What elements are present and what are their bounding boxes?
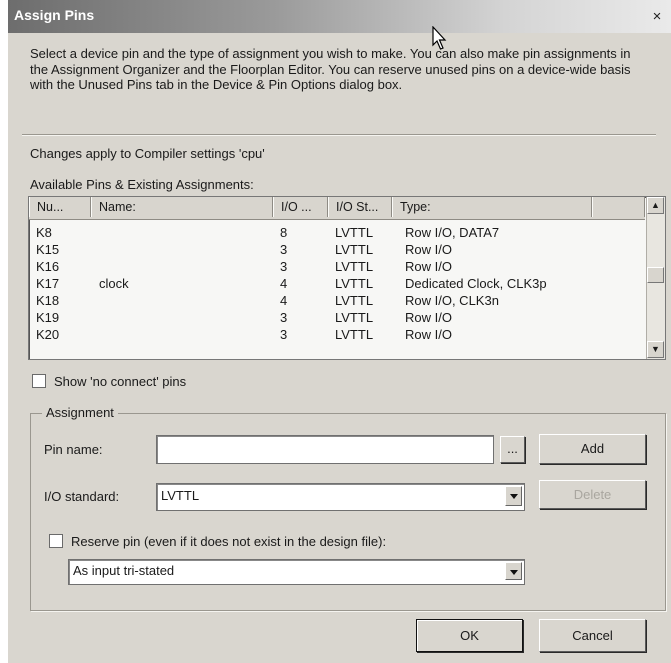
- assign-pins-dialog: Assign Pins × Select a device pin and th…: [8, 0, 671, 663]
- table-cell-io-bank: 3: [280, 327, 288, 342]
- table-cell-io-standard: LVTTL: [335, 310, 374, 325]
- table-row[interactable]: K8 8 LVTTL Row I/O, DATA7: [29, 224, 645, 241]
- table-cell-io-bank: 3: [280, 310, 288, 325]
- column-header-empty: [592, 197, 645, 217]
- table-row[interactable]: K17 clock 4 LVTTL Dedicated Clock, CLK3p: [29, 275, 645, 292]
- title-bar[interactable]: Assign Pins ×: [8, 0, 671, 33]
- scroll-thumb[interactable]: [647, 267, 664, 283]
- table-cell-io-bank: 3: [280, 259, 288, 274]
- table-cell-num: K19: [36, 310, 60, 325]
- assignment-group-label: Assignment: [42, 405, 118, 420]
- ok-button[interactable]: OK: [416, 619, 523, 652]
- add-button[interactable]: Add: [539, 434, 646, 464]
- table-cell-type: Row I/O, DATA7: [405, 225, 500, 240]
- column-header-io-standard[interactable]: I/O St...: [328, 197, 392, 217]
- table-cell-io-standard: LVTTL: [335, 293, 374, 308]
- separator: [22, 134, 656, 136]
- table-cell-io-standard: LVTTL: [335, 225, 374, 240]
- table-cell-type: Row I/O: [405, 242, 452, 257]
- table-cell-name: clock: [99, 276, 129, 291]
- table-cell-num: K16: [36, 259, 60, 274]
- reserve-pin-checkbox[interactable]: [49, 534, 63, 548]
- scroll-up-icon[interactable]: ▲: [647, 197, 664, 214]
- table-row[interactable]: K16 3 LVTTL Row I/O: [29, 258, 645, 275]
- io-standard-select[interactable]: LVTTL: [156, 483, 525, 511]
- pin-list-header: Nu... Name: I/O ... I/O St... Type:: [29, 197, 645, 220]
- table-cell-io-bank: 4: [280, 276, 288, 291]
- table-row[interactable]: K18 4 LVTTL Row I/O, CLK3n: [29, 292, 645, 309]
- pin-name-input[interactable]: [156, 435, 494, 464]
- table-cell-num: K20: [36, 327, 60, 342]
- pin-list[interactable]: Nu... Name: I/O ... I/O St... Type: K8 8 L…: [28, 196, 666, 360]
- scroll-down-icon[interactable]: ▼: [647, 341, 664, 358]
- table-cell-io-bank: 4: [280, 293, 288, 308]
- table-cell-num: K17: [36, 276, 60, 291]
- reserve-option-value: As input tri-stated: [73, 563, 175, 578]
- column-header-name[interactable]: Name:: [91, 197, 273, 217]
- table-cell-type: Dedicated Clock, CLK3p: [405, 276, 547, 291]
- table-row[interactable]: K19 3 LVTTL Row I/O: [29, 309, 645, 326]
- io-standard-label: I/O standard:: [44, 489, 120, 504]
- delete-button[interactable]: Delete: [539, 480, 646, 509]
- close-icon[interactable]: ×: [649, 9, 665, 25]
- table-cell-type: Row I/O: [405, 327, 452, 342]
- table-cell-io-standard: LVTTL: [335, 276, 374, 291]
- window-title: Assign Pins: [14, 7, 95, 23]
- cancel-button[interactable]: Cancel: [539, 619, 646, 652]
- reserve-option-select[interactable]: As input tri-stated: [68, 559, 525, 585]
- vertical-scrollbar[interactable]: ▲ ▼: [646, 197, 665, 359]
- table-row[interactable]: K20 3 LVTTL Row I/O: [29, 326, 645, 343]
- chevron-down-icon[interactable]: [505, 486, 522, 506]
- available-pins-label: Available Pins & Existing Assignments:: [30, 177, 254, 192]
- table-cell-type: Row I/O, CLK3n: [405, 293, 499, 308]
- table-cell-io-standard: LVTTL: [335, 259, 374, 274]
- table-cell-io-standard: LVTTL: [335, 242, 374, 257]
- table-cell-num: K18: [36, 293, 60, 308]
- column-header-io-bank[interactable]: I/O ...: [273, 197, 328, 217]
- table-cell-type: Row I/O: [405, 310, 452, 325]
- table-cell-io-standard: LVTTL: [335, 327, 374, 342]
- table-cell-num: K15: [36, 242, 60, 257]
- reserve-pin-label: Reserve pin (even if it does not exist i…: [71, 534, 387, 549]
- table-cell-type: Row I/O: [405, 259, 452, 274]
- chevron-down-icon[interactable]: [505, 562, 522, 580]
- show-no-connect-label: Show 'no connect' pins: [54, 374, 187, 389]
- io-standard-value: LVTTL: [161, 488, 200, 503]
- compiler-settings-text: Changes apply to Compiler settings 'cpu': [30, 146, 265, 161]
- column-header-number[interactable]: Nu...: [29, 197, 91, 217]
- column-header-type[interactable]: Type:: [392, 197, 592, 217]
- instructions-text: Select a device pin and the type of assi…: [30, 46, 631, 92]
- table-cell-io-bank: 8: [280, 225, 288, 240]
- pin-name-label: Pin name:: [44, 442, 103, 457]
- table-row[interactable]: K15 3 LVTTL Row I/O: [29, 241, 645, 258]
- table-cell-io-bank: 3: [280, 242, 288, 257]
- table-cell-num: K8: [36, 225, 52, 240]
- browse-pin-button[interactable]: ...: [500, 436, 525, 463]
- show-no-connect-checkbox[interactable]: [32, 374, 46, 388]
